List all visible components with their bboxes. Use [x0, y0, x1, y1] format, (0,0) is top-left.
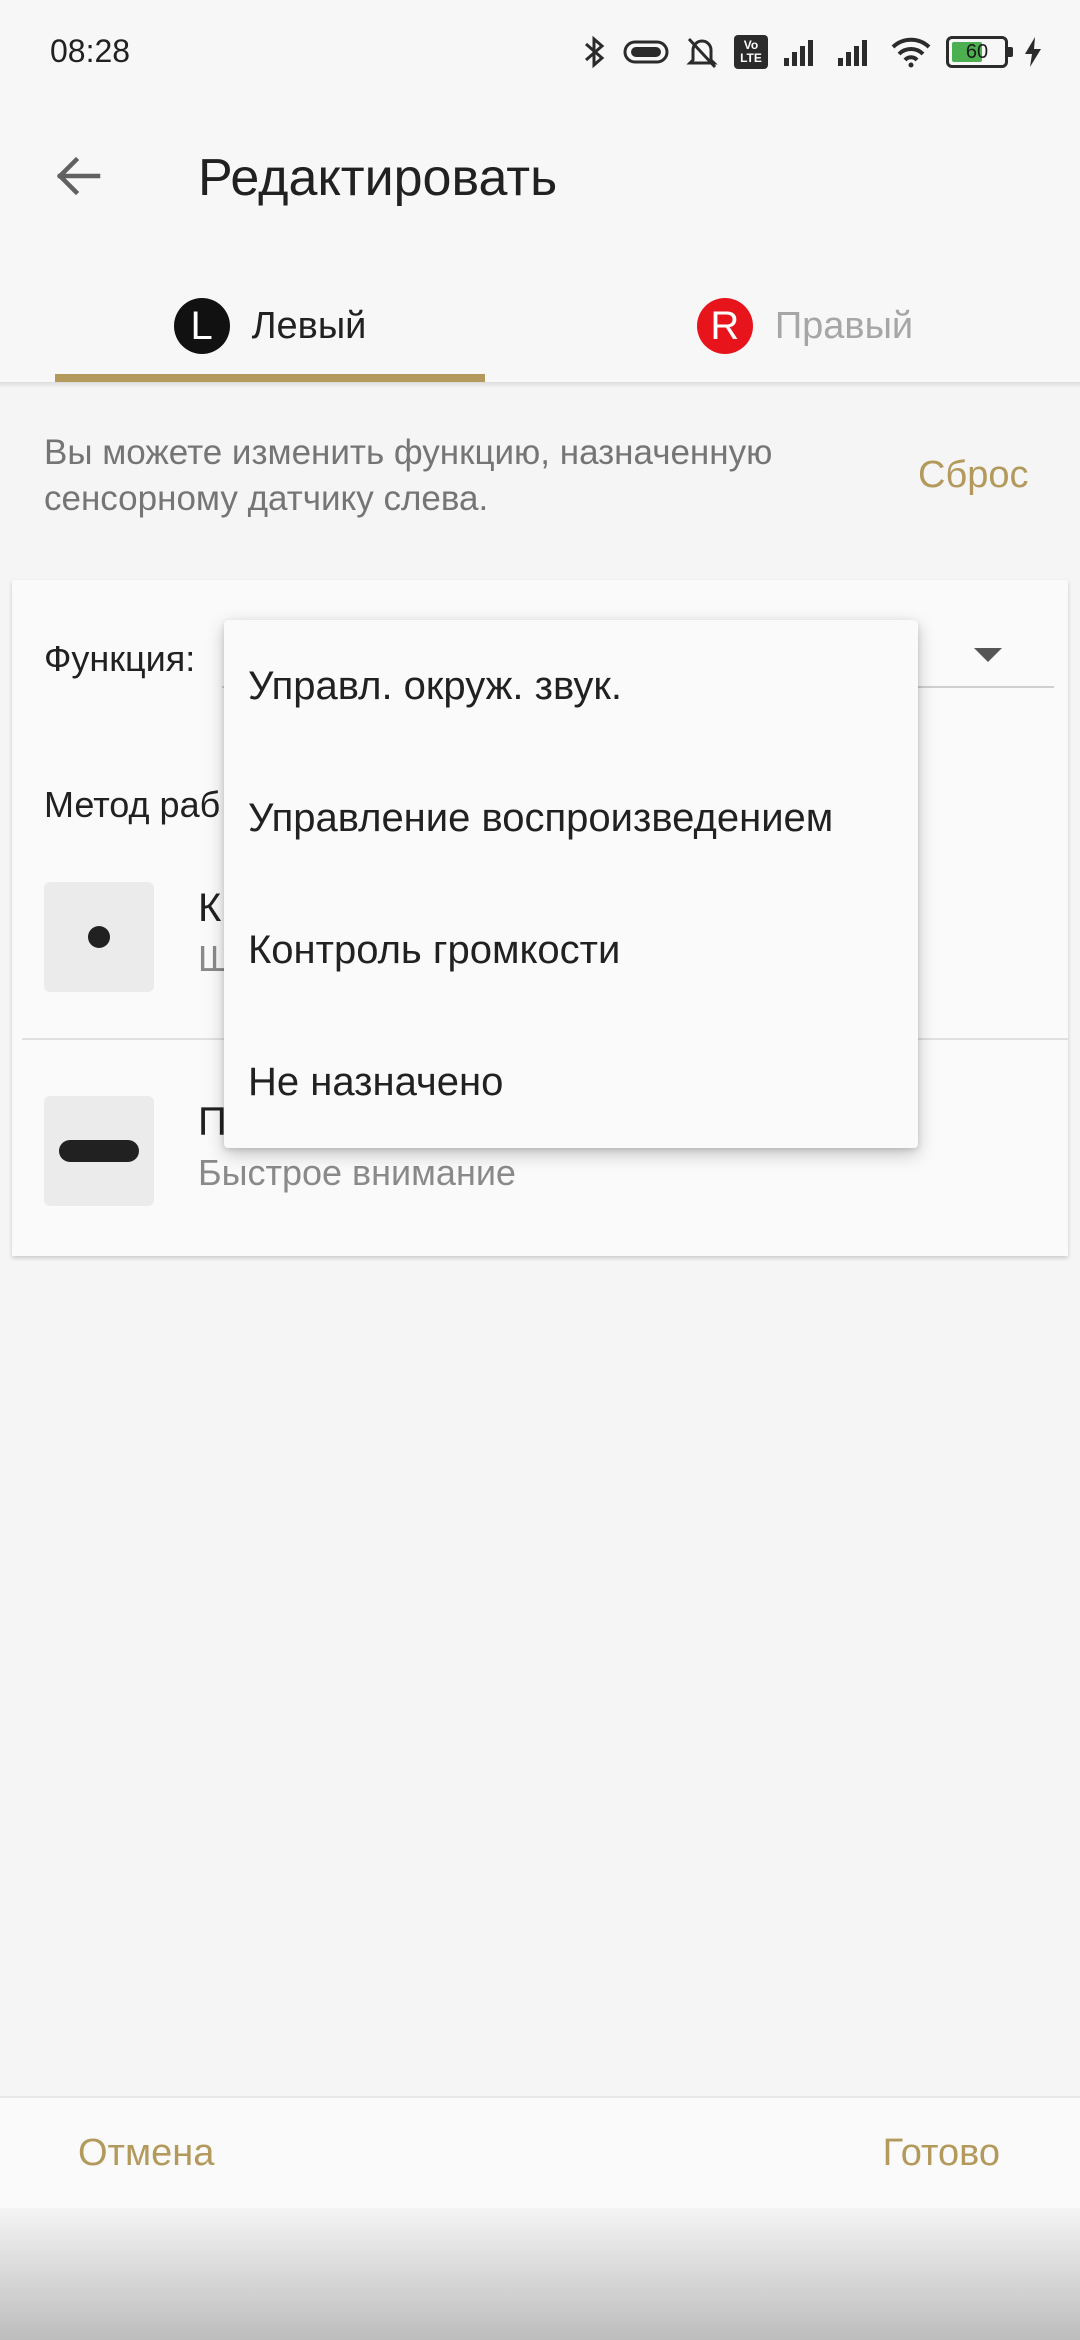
wifi-icon	[890, 36, 932, 68]
page-title: Редактировать	[198, 149, 558, 207]
bottom-action-bar: Отмена Готово	[0, 2096, 1080, 2208]
tab-right[interactable]: R Правый	[590, 268, 1020, 384]
battery-icon: 60	[946, 36, 1013, 68]
menu-item-ambient-sound[interactable]: Управл. окруж. звук.	[224, 620, 918, 752]
back-button[interactable]	[38, 138, 118, 218]
reset-button[interactable]: Сброс	[918, 454, 1028, 497]
battery-tip	[1008, 47, 1013, 57]
tab-left[interactable]: L Левый	[55, 268, 485, 384]
screen: 08:28 Vo LTE 60 Редактировать L Левый R …	[0, 0, 1080, 2340]
volte-top-text: Vo	[743, 38, 759, 52]
menu-item-playback-control[interactable]: Управление воспроизведением	[224, 752, 918, 884]
status-time: 08:28	[50, 33, 131, 69]
battery-level: 60	[965, 41, 989, 63]
alarm-off-icon	[684, 34, 720, 70]
header-shadow	[0, 382, 1080, 388]
bluetooth-icon	[582, 34, 608, 70]
status-icons: Vo LTE 60	[582, 30, 1044, 74]
tab-indicator	[55, 374, 485, 382]
tab-left-label: Левый	[251, 304, 367, 347]
arrow-left-icon	[54, 156, 102, 201]
tab-right-label: Правый	[774, 304, 914, 347]
press-hold-icon	[44, 1096, 154, 1206]
done-button[interactable]: Готово	[883, 2132, 1000, 2175]
gesture-title: П	[198, 1100, 227, 1144]
status-bar: 08:28 Vo LTE 60	[0, 0, 1080, 100]
tap-icon	[44, 882, 154, 992]
volte-bottom-text: LTE	[740, 51, 762, 65]
dropdown-arrow-icon	[974, 648, 1002, 662]
left-badge: L	[173, 298, 230, 354]
cancel-button[interactable]: Отмена	[78, 2132, 214, 2175]
function-dropdown-menu: Управл. окруж. звук. Управление воспроиз…	[224, 620, 918, 1148]
method-label: Метод раб	[44, 784, 221, 825]
charging-icon	[1022, 35, 1044, 69]
function-label: Функция:	[44, 638, 196, 679]
menu-item-not-assigned[interactable]: Не назначено	[224, 1016, 918, 1148]
signal-icon	[836, 36, 876, 68]
side-tabs: L Левый R Правый	[0, 268, 1080, 384]
navigation-gesture-area	[0, 2208, 1080, 2340]
volte-icon: Vo LTE	[734, 35, 768, 69]
gesture-subtitle: Быстрое внимание	[198, 1152, 516, 1193]
app-header: Редактировать L Левый R Правый	[0, 100, 1080, 384]
signal-icon	[782, 36, 822, 68]
description-text: Вы можете изменить функцию, назначенную …	[44, 433, 773, 518]
right-badge: R	[696, 298, 753, 354]
gesture-title: К	[198, 886, 222, 930]
menu-item-volume-control[interactable]: Контроль громкости	[224, 884, 918, 1016]
headset-icon	[622, 37, 670, 67]
